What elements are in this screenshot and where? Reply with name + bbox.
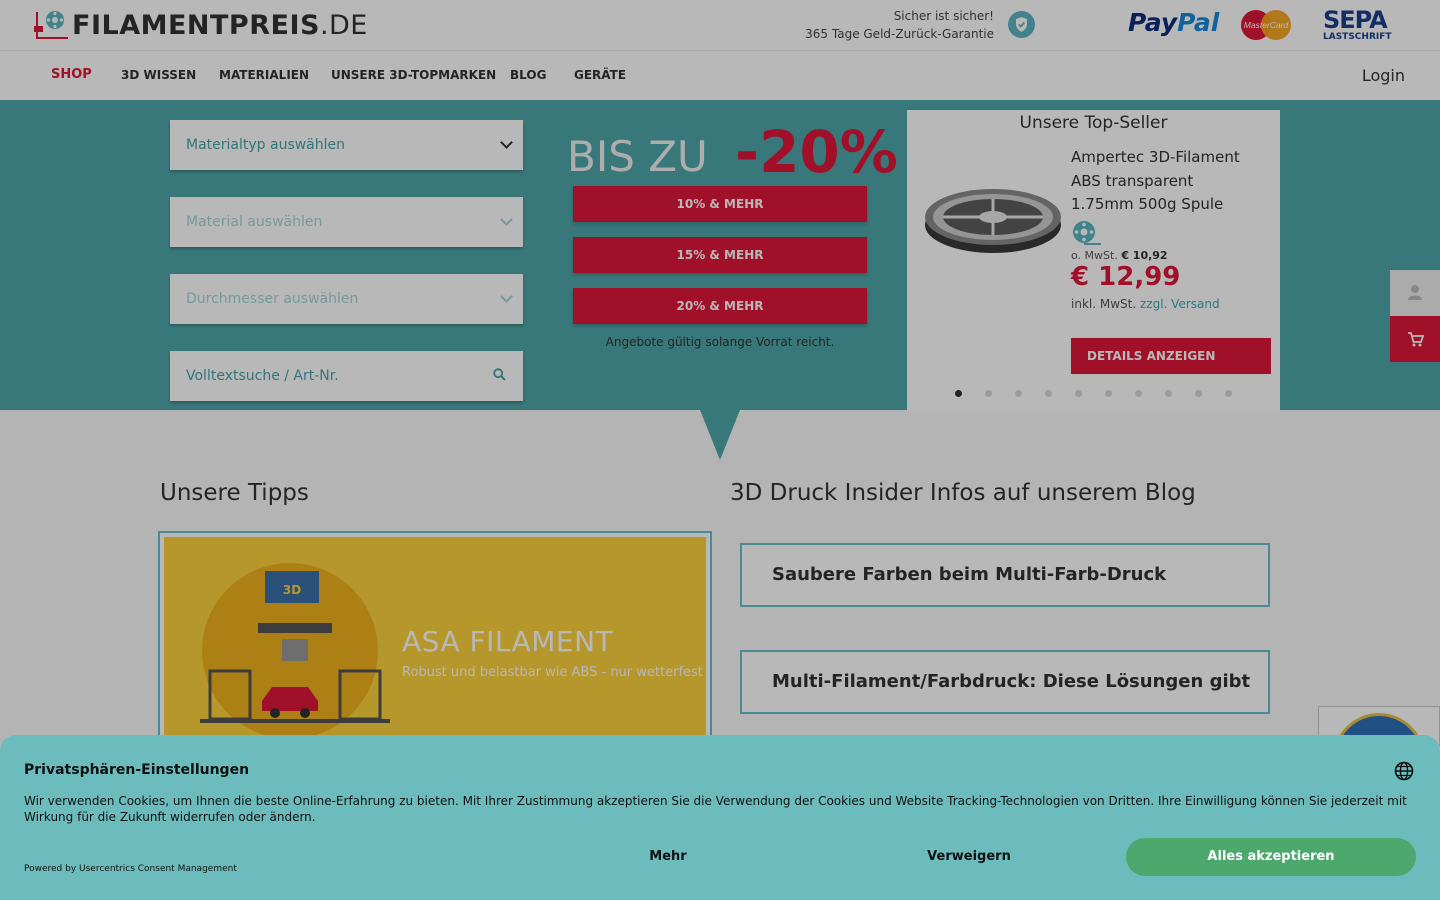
login-link[interactable]: Login xyxy=(1362,66,1405,85)
chevron-down-icon xyxy=(500,213,513,226)
search-field[interactable]: Volltextsuche / Art-Nr. xyxy=(170,351,523,401)
logo-wordmark: FILAMENTPREIS.DE xyxy=(72,9,368,41)
sepa-logo: SEPA LASTSCHRIFT xyxy=(1323,6,1392,42)
tipp-card-title: ASA FILAMENT xyxy=(402,625,614,658)
nav-item-blog[interactable]: BLOG xyxy=(510,68,546,82)
carousel-dot[interactable] xyxy=(1015,390,1022,397)
topseller-title: Unsere Top-Seller xyxy=(1019,113,1168,133)
material-select[interactable]: Material auswählen xyxy=(170,197,523,247)
filament-spool-logo-icon xyxy=(34,8,70,42)
tipp-card-subtitle: Robust und belastbar wie ABS - nur wette… xyxy=(402,665,703,680)
material-type-select-label: Materialtyp auswählen xyxy=(186,137,346,153)
filament-spool-icon xyxy=(1073,221,1101,245)
carousel-dot[interactable] xyxy=(1165,390,1172,397)
carousel-dot[interactable] xyxy=(985,390,992,397)
guarantee-line2: 365 Tage Geld-Zurück-Garantie xyxy=(805,27,994,41)
blog-post-link[interactable]: Multi-Filament/Farbdruck: Diese Lösungen… xyxy=(740,650,1270,752)
language-globe-icon[interactable] xyxy=(1394,761,1414,781)
consent-powered-by[interactable]: Powered by Usercentrics Consent Manageme… xyxy=(24,864,237,874)
paypal-logo: PayPal xyxy=(1128,8,1220,37)
vat-info: inkl. MwSt. zzgl. Versand xyxy=(1071,297,1220,311)
promo-bis-zu: BIS ZU xyxy=(567,132,708,181)
filament-spool-image[interactable] xyxy=(923,175,1063,255)
svg-text:3D: 3D xyxy=(283,583,301,597)
promo-20-button[interactable]: 20% & MEHR xyxy=(573,288,867,324)
search-icon[interactable] xyxy=(493,368,506,381)
details-button[interactable]: DETAILS ANZEIGEN xyxy=(1071,338,1271,374)
material-select-label: Material auswählen xyxy=(186,214,323,230)
cart-side-tab[interactable] xyxy=(1390,316,1440,362)
search-input[interactable]: Volltextsuche / Art-Nr. xyxy=(186,368,339,384)
diameter-select[interactable]: Durchmesser auswählen xyxy=(170,274,523,324)
carousel-dot[interactable] xyxy=(1045,390,1052,397)
promo-10-button[interactable]: 10% & MEHR xyxy=(573,186,867,222)
blog-heading: 3D Druck Insider Infos auf unserem Blog xyxy=(730,480,1196,506)
material-type-select[interactable]: Materialtyp auswählen xyxy=(170,120,523,170)
shipping-link[interactable]: zzgl. Versand xyxy=(1140,297,1220,311)
consent-title: Privatsphären-Einstellungen xyxy=(24,762,250,778)
nav-item-geraete[interactable]: GERÄTE xyxy=(574,68,626,82)
promo-note: Angebote gültig solange Vorrat reicht. xyxy=(605,335,835,349)
diameter-select-label: Durchmesser auswählen xyxy=(186,291,359,307)
user-icon xyxy=(1408,285,1422,300)
site-logo[interactable]: FILAMENTPREIS.DE xyxy=(34,8,368,42)
nav-item-topmarken[interactable]: UNSERE 3D-TOPMARKEN xyxy=(331,68,496,82)
tipps-heading: Unsere Tipps xyxy=(160,480,309,506)
product-price: € 12,99 xyxy=(1071,262,1181,292)
shield-check-icon xyxy=(1008,11,1035,38)
promo-15-button[interactable]: 15% & MEHR xyxy=(573,237,867,273)
promo-headline: BIS ZU -20% xyxy=(567,118,898,186)
net-price: o. MwSt. € 10,92 xyxy=(1071,249,1168,262)
topseller-panel: Unsere Top-Seller Ampertec 3D-Filament A… xyxy=(907,110,1280,412)
promo-percent: -20% xyxy=(735,118,898,186)
carousel-dots xyxy=(955,390,1232,397)
more-button[interactable]: Mehr xyxy=(523,838,813,876)
tipp-card-asa[interactable]: 3D ASA FILAMENT Robust und belastbar wie… xyxy=(158,531,712,745)
carousel-dot[interactable] xyxy=(1195,390,1202,397)
nav-item-materialien[interactable]: MATERIALIEN xyxy=(219,68,309,82)
mastercard-logo: MasterCard xyxy=(1240,9,1292,41)
cart-icon xyxy=(1408,332,1425,347)
product-name[interactable]: Ampertec 3D-Filament ABS transparent 1.7… xyxy=(1071,146,1271,217)
blog-post-link[interactable]: Saubere Farben beim Multi-Farb-Druck xyxy=(740,543,1270,607)
top-header: FILAMENTPREIS.DE Sicher ist sicher! 365 … xyxy=(0,0,1440,50)
3d-printer-illustration: 3D xyxy=(200,563,390,739)
svg-text:MasterCard: MasterCard xyxy=(1244,20,1289,30)
accept-all-button[interactable]: Alles akzeptieren xyxy=(1126,838,1416,876)
guarantee-line1: Sicher ist sicher! xyxy=(893,9,994,23)
carousel-dot[interactable] xyxy=(1105,390,1112,397)
chevron-down-icon xyxy=(500,136,513,149)
deny-button[interactable]: Verweigern xyxy=(824,838,1114,876)
cookie-consent-banner: Privatsphären-Einstellungen Wir verwende… xyxy=(0,735,1440,900)
consent-text: Wir verwenden Cookies, um Ihnen die best… xyxy=(24,794,1407,824)
carousel-dot[interactable] xyxy=(1225,390,1232,397)
carousel-dot[interactable] xyxy=(955,390,962,397)
nav-item-3d-wissen[interactable]: 3D WISSEN xyxy=(121,68,196,82)
nav-item-shop[interactable]: SHOP xyxy=(51,67,92,82)
carousel-dot[interactable] xyxy=(1135,390,1142,397)
guarantee-text: Sicher ist sicher! 365 Tage Geld-Zurück-… xyxy=(805,7,994,43)
carousel-dot[interactable] xyxy=(1075,390,1082,397)
account-side-tab[interactable] xyxy=(1390,270,1440,316)
chevron-down-icon xyxy=(500,290,513,303)
main-navigation: SHOP 3D WISSEN MATERIALIEN UNSERE 3D-TOP… xyxy=(0,50,1440,100)
